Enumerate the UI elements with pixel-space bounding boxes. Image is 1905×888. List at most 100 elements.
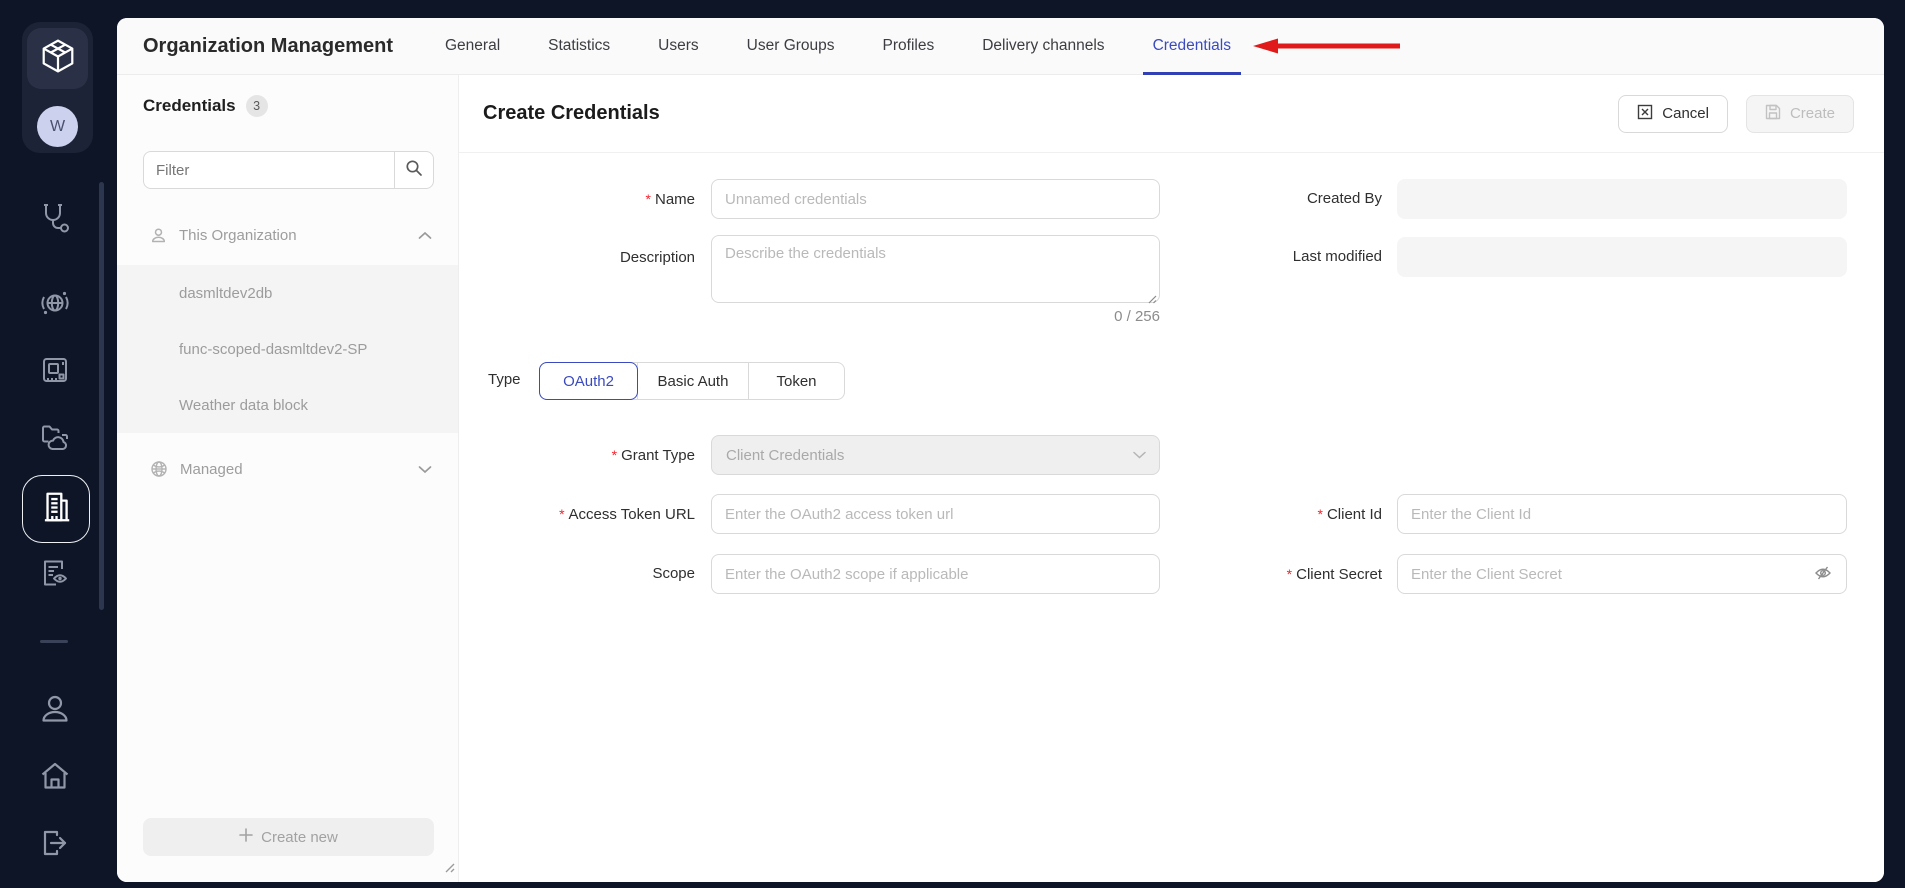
stethoscope-icon xyxy=(38,201,72,240)
required-asterisk: * xyxy=(1318,506,1323,522)
grant-type-label: *Grant Type xyxy=(475,445,695,465)
close-square-icon xyxy=(1637,104,1653,124)
tab-delivery-channels[interactable]: Delivery channels xyxy=(958,18,1128,75)
description-label: Description xyxy=(475,248,695,268)
required-asterisk: * xyxy=(612,447,617,463)
tree-group-managed[interactable]: Managed xyxy=(117,447,458,491)
credentials-form: *Name Created By Description Last modifi… xyxy=(459,153,1884,882)
name-input[interactable] xyxy=(711,179,1160,219)
type-label: Type xyxy=(488,370,521,390)
tree-group-label: Managed xyxy=(180,461,243,478)
type-option-token[interactable]: Token xyxy=(749,363,844,399)
credentials-panel: Credentials 3 xyxy=(117,75,459,882)
list-item-credential[interactable]: Weather data block xyxy=(117,377,458,433)
sidebar-item-home[interactable] xyxy=(33,756,77,800)
sidebar-item-devices[interactable] xyxy=(33,350,77,394)
create-button[interactable]: Create xyxy=(1746,95,1854,133)
chevron-up-icon[interactable] xyxy=(418,231,432,240)
sidebar-scrollbar[interactable] xyxy=(99,182,104,610)
eye-slash-icon xyxy=(1814,564,1832,585)
search-icon xyxy=(405,159,423,182)
sidebar-item-audit[interactable] xyxy=(33,553,77,597)
sidebar-item-logout[interactable] xyxy=(33,823,77,867)
toggle-secret-visibility-button[interactable] xyxy=(1811,562,1835,586)
tree-group-label: This Organization xyxy=(179,227,297,244)
credentials-list: dasmltdev2db func-scoped-dasmltdev2-SP W… xyxy=(117,265,458,433)
access-token-url-input[interactable] xyxy=(711,494,1160,534)
filter-input[interactable] xyxy=(144,152,394,188)
save-icon xyxy=(1765,104,1781,124)
window-header: Organization Management General Statisti… xyxy=(117,18,1884,75)
chevron-down-icon xyxy=(1133,451,1146,459)
created-by-label: Created By xyxy=(1162,189,1382,209)
description-char-counter: 0 / 256 xyxy=(711,308,1160,325)
person-icon xyxy=(38,692,72,731)
access-token-url-label: *Access Token URL xyxy=(475,504,695,524)
screen: W xyxy=(0,0,1905,888)
folder-cloud-icon xyxy=(38,421,72,460)
logout-icon xyxy=(38,826,72,865)
panel-title: Credentials xyxy=(143,96,236,116)
created-by-field xyxy=(1397,179,1847,219)
sidebar-item-profile[interactable] xyxy=(33,689,77,733)
tab-users[interactable]: Users xyxy=(634,18,722,75)
type-option-basic-auth[interactable]: Basic Auth xyxy=(638,363,749,399)
scope-input[interactable] xyxy=(711,554,1160,594)
globe-icon xyxy=(150,460,168,478)
client-secret-label: *Client Secret xyxy=(1162,564,1382,584)
globe-network-icon xyxy=(38,286,72,325)
box-logo-icon xyxy=(40,38,76,79)
grant-type-select[interactable]: Client Credentials xyxy=(711,435,1160,475)
tab-user-groups[interactable]: User Groups xyxy=(723,18,859,75)
user-avatar[interactable]: W xyxy=(37,106,78,147)
tree-group-this-organization[interactable]: This Organization xyxy=(117,218,458,252)
chip-icon xyxy=(38,353,72,392)
app-logo[interactable] xyxy=(27,28,88,89)
sidebar-item-network[interactable] xyxy=(33,283,77,327)
chevron-down-icon[interactable] xyxy=(418,465,432,474)
document-eye-icon xyxy=(38,556,72,595)
type-segmented-control: OAuth2 Basic Auth Token xyxy=(539,362,845,400)
sidebar-item-resources[interactable] xyxy=(33,418,77,462)
type-option-oauth2[interactable]: OAuth2 xyxy=(540,363,638,399)
panel-resize-handle[interactable] xyxy=(443,860,455,878)
create-new-button[interactable]: Create new xyxy=(143,818,434,856)
main-toolbar: Create Credentials Cancel Create xyxy=(459,75,1884,153)
tab-profiles[interactable]: Profiles xyxy=(859,18,959,75)
plus-icon xyxy=(239,828,253,846)
client-secret-input[interactable] xyxy=(1397,554,1847,594)
tab-bar: General Statistics Users User Groups Pro… xyxy=(421,18,1255,75)
description-textarea[interactable] xyxy=(711,235,1160,303)
cancel-button[interactable]: Cancel xyxy=(1618,95,1728,133)
required-asterisk: * xyxy=(646,191,651,207)
tab-statistics[interactable]: Statistics xyxy=(524,18,634,75)
credentials-count-badge: 3 xyxy=(246,95,268,117)
home-icon xyxy=(38,759,72,798)
sidebar-item-diagnostics[interactable] xyxy=(33,198,77,242)
filter-box xyxy=(143,151,434,189)
tab-credentials[interactable]: Credentials xyxy=(1129,18,1255,75)
list-item-credential[interactable]: dasmltdev2db xyxy=(117,265,458,321)
person-icon xyxy=(150,227,167,244)
filter-search-button[interactable] xyxy=(394,152,433,188)
icon-sidebar: W xyxy=(0,0,117,888)
client-id-input[interactable] xyxy=(1397,494,1847,534)
form-title: Create Credentials xyxy=(483,102,660,125)
avatar-initial: W xyxy=(50,118,65,136)
building-icon xyxy=(38,489,74,530)
scope-label: Scope xyxy=(475,564,695,584)
app-window: Organization Management General Statisti… xyxy=(117,18,1884,882)
sidebar-item-organization[interactable] xyxy=(22,475,90,543)
main-content: Create Credentials Cancel Create xyxy=(459,75,1884,882)
client-id-label: *Client Id xyxy=(1162,504,1382,524)
sidebar-top-group: W xyxy=(22,22,93,153)
panel-title-row: Credentials 3 xyxy=(143,95,268,117)
page-title: Organization Management xyxy=(143,35,387,58)
red-arrow-tab xyxy=(1251,37,1403,55)
tab-general[interactable]: General xyxy=(421,18,524,75)
sidebar-divider xyxy=(40,640,68,643)
required-asterisk: * xyxy=(559,506,564,522)
list-item-credential[interactable]: func-scoped-dasmltdev2-SP xyxy=(117,321,458,377)
last-modified-field xyxy=(1397,237,1847,277)
last-modified-label: Last modified xyxy=(1162,247,1382,267)
